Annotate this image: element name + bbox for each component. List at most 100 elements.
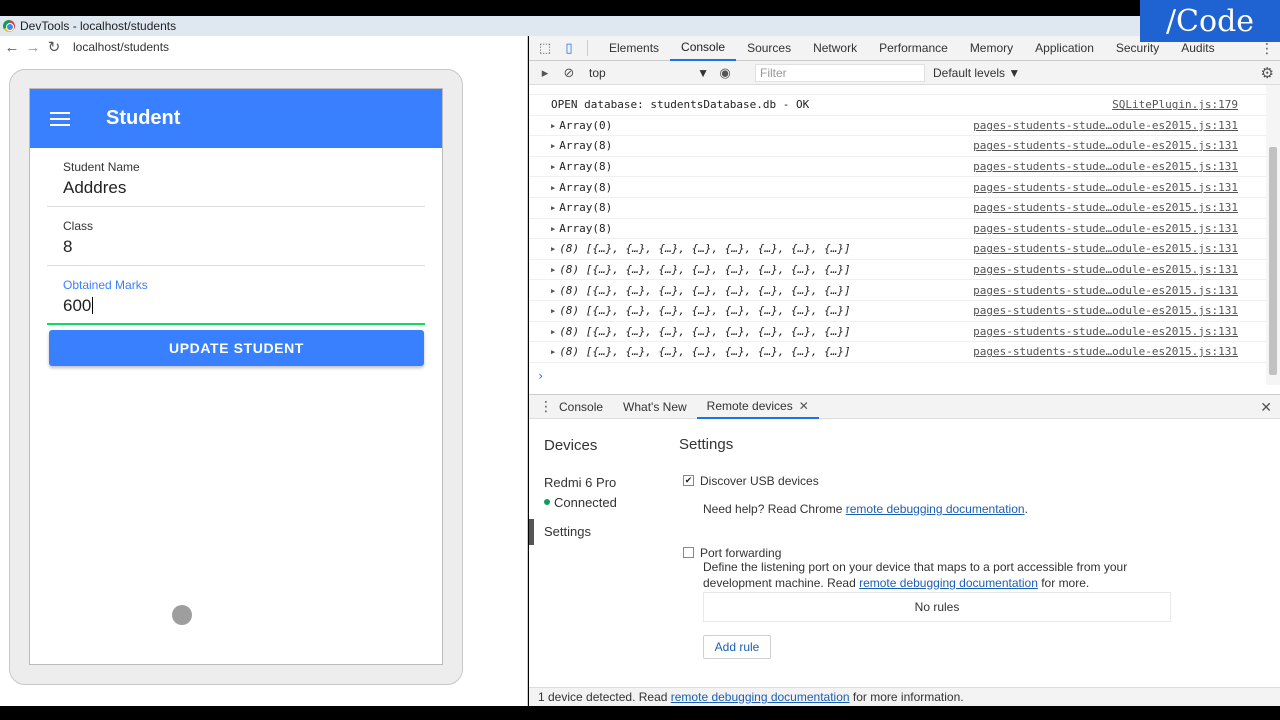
toolbar-divider bbox=[587, 40, 588, 56]
console-message[interactable]: (8) [{…}, {…}, {…}, {…}, {…}, {…}, {…}, … bbox=[551, 284, 850, 297]
more-options-icon[interactable]: ⋮ bbox=[1260, 40, 1274, 57]
add-rule-button[interactable]: Add rule bbox=[703, 635, 771, 659]
devices-sidebar: Devices Redmi 6 Pro Connected Settings bbox=[529, 419, 669, 687]
device-toolbar-icon[interactable]: ▯ bbox=[561, 40, 577, 56]
clear-console-icon[interactable]: ⊘ bbox=[561, 65, 577, 81]
sidebar-item-settings[interactable]: Settings bbox=[544, 524, 591, 539]
tab-elements[interactable]: Elements bbox=[598, 36, 670, 61]
log-levels-dropdown[interactable]: Default levels ▼ bbox=[933, 66, 1020, 80]
console-message[interactable]: Array(8) bbox=[551, 201, 612, 214]
drawer-menu-icon[interactable]: ⋮ bbox=[539, 398, 553, 415]
devices-heading: Devices bbox=[544, 437, 598, 454]
drawer-tab-what-s-new[interactable]: What's New bbox=[613, 395, 697, 419]
footer-doc-link[interactable]: remote debugging documentation bbox=[671, 690, 850, 704]
console-message[interactable]: (8) [{…}, {…}, {…}, {…}, {…}, {…}, {…}, … bbox=[551, 325, 850, 338]
forward-arrow-icon[interactable]: → bbox=[25, 39, 41, 56]
console-row[interactable]: Array(8) pages-students-stude…odule-es201… bbox=[529, 136, 1266, 157]
tab-performance[interactable]: Performance bbox=[868, 36, 959, 61]
inspect-element-icon[interactable]: ⬚ bbox=[537, 40, 553, 56]
console-source-link[interactable]: pages-students-stude…odule-es2015.js:131 bbox=[973, 304, 1238, 317]
drawer-tab-console[interactable]: Console bbox=[549, 395, 613, 419]
console-source-link[interactable]: pages-students-stude…odule-es2015.js:131 bbox=[973, 119, 1238, 132]
console-source-link[interactable]: SQLitePlugin.js:179 bbox=[1112, 98, 1238, 111]
console-source-link[interactable]: pages-students-stude…odule-es2015.js:131 bbox=[973, 325, 1238, 338]
obtained-marks-input[interactable]: 600 bbox=[63, 296, 91, 315]
port-desc-doc-link[interactable]: remote debugging documentation bbox=[859, 576, 1038, 590]
console-source-link[interactable]: pages-students-stude…odule-es2015.js:131 bbox=[973, 160, 1238, 173]
brand-watermark: /Code bbox=[1140, 0, 1280, 42]
update-student-button[interactable]: UPDATE STUDENT bbox=[49, 330, 424, 366]
tab-sources[interactable]: Sources bbox=[736, 36, 802, 61]
show-sidebar-icon[interactable]: ▸ bbox=[537, 65, 553, 81]
console-row[interactable]: (8) [{…}, {…}, {…}, {…}, {…}, {…}, {…}, … bbox=[529, 260, 1266, 281]
console-message[interactable]: Array(8) bbox=[551, 222, 612, 235]
console-message[interactable]: Array(0) bbox=[551, 119, 612, 132]
reload-icon[interactable]: ↻ bbox=[46, 39, 62, 56]
close-tab-icon[interactable]: ✕ bbox=[799, 399, 809, 413]
console-message[interactable]: (8) [{…}, {…}, {…}, {…}, {…}, {…}, {…}, … bbox=[551, 304, 850, 317]
console-message[interactable]: (8) [{…}, {…}, {…}, {…}, {…}, {…}, {…}, … bbox=[551, 242, 850, 255]
close-drawer-icon[interactable]: ✕ bbox=[1260, 399, 1272, 416]
device-item-redmi[interactable]: Redmi 6 Pro bbox=[544, 475, 616, 490]
remote-debugging-doc-link[interactable]: remote debugging documentation bbox=[846, 502, 1025, 516]
console-rows: OPEN database: studentsDatabase.db - OK S… bbox=[529, 95, 1266, 363]
console-message: OPEN database: studentsDatabase.db - OK bbox=[551, 98, 810, 112]
console-source-link[interactable]: pages-students-stude…odule-es2015.js:131 bbox=[973, 284, 1238, 297]
drawer-tab-label: Remote devices bbox=[706, 398, 793, 413]
discover-usb-label[interactable]: Discover USB devices bbox=[700, 474, 819, 488]
discover-usb-checkbox[interactable]: ✔ bbox=[683, 475, 694, 486]
scrollbar-thumb[interactable] bbox=[1269, 147, 1277, 375]
console-row[interactable]: (8) [{…}, {…}, {…}, {…}, {…}, {…}, {…}, … bbox=[529, 301, 1266, 322]
console-row[interactable]: (8) [{…}, {…}, {…}, {…}, {…}, {…}, {…}, … bbox=[529, 342, 1266, 363]
console-filter-input[interactable]: Filter bbox=[755, 63, 925, 82]
obtained-marks-input-wrap[interactable]: 600 bbox=[63, 296, 425, 316]
context-selector[interactable]: top ▼ bbox=[589, 66, 709, 80]
console-source-link[interactable]: pages-students-stude…odule-es2015.js:131 bbox=[973, 222, 1238, 235]
menu-icon[interactable] bbox=[50, 111, 70, 126]
console-row[interactable]: (8) [{…}, {…}, {…}, {…}, {…}, {…}, {…}, … bbox=[529, 322, 1266, 343]
class-field[interactable]: Class 8 bbox=[47, 207, 425, 266]
console-source-link[interactable]: pages-students-stude…odule-es2015.js:131 bbox=[973, 181, 1238, 194]
console-row[interactable]: Array(0) pages-students-stude…odule-es201… bbox=[529, 116, 1266, 137]
console-row[interactable]: Array(8) pages-students-stude…odule-es201… bbox=[529, 219, 1266, 240]
class-label: Class bbox=[63, 219, 94, 233]
console-source-link[interactable]: pages-students-stude…odule-es2015.js:131 bbox=[973, 242, 1238, 255]
obtained-marks-field[interactable]: Obtained Marks 600 bbox=[47, 266, 425, 325]
class-input[interactable]: 8 bbox=[63, 237, 425, 257]
tab-application[interactable]: Application bbox=[1024, 36, 1105, 61]
console-source-link[interactable]: pages-students-stude…odule-es2015.js:131 bbox=[973, 201, 1238, 214]
console-row[interactable]: Array(8) pages-students-stude…odule-es201… bbox=[529, 177, 1266, 198]
tab-console[interactable]: Console bbox=[670, 36, 737, 61]
gear-icon[interactable]: ⚙ bbox=[1261, 64, 1274, 82]
console-message[interactable]: (8) [{…}, {…}, {…}, {…}, {…}, {…}, {…}, … bbox=[551, 345, 850, 358]
student-name-input[interactable]: Adddres bbox=[63, 178, 425, 198]
back-arrow-icon[interactable]: ← bbox=[4, 39, 20, 56]
port-forwarding-label[interactable]: Port forwarding bbox=[700, 546, 781, 560]
console-message[interactable]: Array(8) bbox=[551, 160, 612, 173]
console-prompt[interactable]: › bbox=[537, 369, 1266, 383]
console-row[interactable]: Array(8) pages-students-stude…odule-es201… bbox=[529, 157, 1266, 178]
console-scrollbar[interactable] bbox=[1266, 85, 1280, 385]
console-row[interactable]: (8) [{…}, {…}, {…}, {…}, {…}, {…}, {…}, … bbox=[529, 280, 1266, 301]
drawer-tab-remote-devices[interactable]: Remote devices ✕ bbox=[696, 395, 819, 419]
console-source-link[interactable]: pages-students-stude…odule-es2015.js:131 bbox=[973, 263, 1238, 276]
window-title: DevTools - localhost/students bbox=[20, 19, 177, 33]
console-source-link[interactable]: pages-students-stude…odule-es2015.js:131 bbox=[973, 345, 1238, 358]
top-letterbox bbox=[0, 0, 1280, 16]
console-message[interactable]: (8) [{…}, {…}, {…}, {…}, {…}, {…}, {…}, … bbox=[551, 263, 850, 276]
live-expression-eye-icon[interactable]: ◉ bbox=[717, 65, 733, 81]
student-name-field[interactable]: Student Name Adddres bbox=[47, 148, 425, 207]
bottom-letterbox bbox=[0, 706, 1280, 720]
console-row[interactable]: Array(8) pages-students-stude…odule-es201… bbox=[529, 198, 1266, 219]
console-message[interactable]: Array(8) bbox=[551, 139, 612, 152]
console-message[interactable]: Array(8) bbox=[551, 181, 612, 194]
footer-prefix: 1 device detected. Read bbox=[538, 690, 671, 704]
tab-network[interactable]: Network bbox=[802, 36, 868, 61]
port-desc-line2-prefix: development machine. Read bbox=[703, 576, 860, 590]
port-forwarding-checkbox[interactable] bbox=[683, 547, 694, 558]
address-url[interactable]: localhost/students bbox=[73, 40, 169, 54]
tab-memory[interactable]: Memory bbox=[959, 36, 1024, 61]
text-caret bbox=[92, 297, 94, 314]
console-source-link[interactable]: pages-students-stude…odule-es2015.js:131 bbox=[973, 139, 1238, 152]
console-row[interactable]: (8) [{…}, {…}, {…}, {…}, {…}, {…}, {…}, … bbox=[529, 239, 1266, 260]
